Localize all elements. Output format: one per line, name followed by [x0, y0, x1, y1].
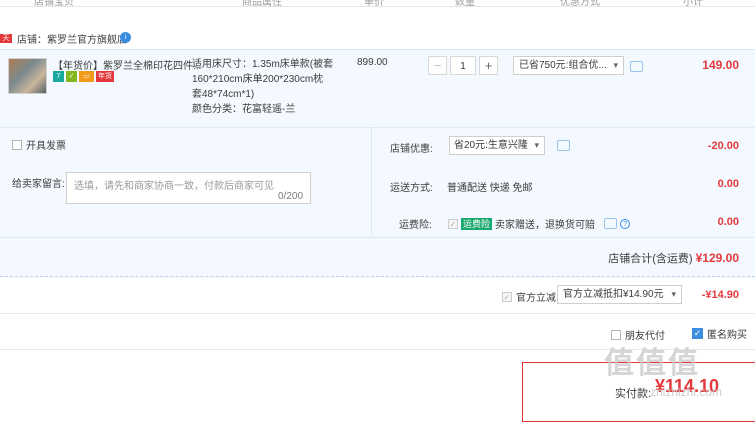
col-quantity: 数量 — [455, 0, 475, 8]
shop-info-icon[interactable]: i — [120, 32, 131, 43]
qty-input[interactable]: 1 — [450, 56, 476, 75]
message-placeholder: 选填，请先和商家协商一致，付款后商家可见 — [74, 181, 274, 192]
item-spec: 适用床尺寸：1.35m床单款(被套 160*210cm床单200*230cm枕 … — [192, 57, 342, 117]
shop-total-value: ¥129.00 — [695, 251, 739, 265]
shop-name-link[interactable]: 店铺：紫罗兰官方旗舰店 — [17, 31, 127, 46]
official-discount-select[interactable]: 官方立减抵扣¥14.90元 ▾ — [557, 285, 682, 304]
invoice-label: 开具发票 — [26, 141, 66, 152]
item-subtotal: 149.00 — [702, 58, 739, 72]
divider — [0, 313, 755, 314]
anonymous-option[interactable]: ✓ 匿名购买 — [692, 326, 747, 341]
pay-label: 实付款: — [615, 388, 652, 400]
invoice-checkbox[interactable] — [12, 139, 22, 150]
delivery-label: 运送方式: — [390, 183, 433, 194]
col-discount: 优惠方式 — [560, 0, 600, 8]
qty-plus-button[interactable]: + — [479, 56, 498, 75]
coupon-select[interactable]: 省20元:生意兴隆 ▾ — [449, 136, 545, 155]
coupon-amount: -20.00 — [707, 140, 739, 152]
coupon-label: 店铺优惠: — [390, 144, 433, 155]
insurance-tag: 运费险 — [461, 217, 493, 230]
insurance-checkbox[interactable]: ✓ — [448, 218, 458, 229]
insurance-option: ✓ 运费险 卖家赠送，退换货可赔 ? — [448, 216, 631, 231]
chevron-down-icon: ▾ — [613, 60, 618, 70]
shop-total-divider — [0, 237, 755, 238]
guarantee-icon: ✓ — [66, 71, 77, 82]
official-discount-label: 官方立减 — [516, 293, 556, 304]
promo-select[interactable]: 已省750元:组合优... ▾ — [513, 56, 624, 75]
spec-line: 颜色分类：花富轻遥-兰 — [192, 104, 296, 115]
chevron-down-icon: ▾ — [671, 289, 676, 299]
watermark-logo: 值值值 — [604, 347, 700, 380]
promo-select-value: 已省750元:组合优... — [519, 60, 607, 71]
message-label: 给卖家留言: — [12, 179, 65, 190]
spec-line: 160*210cm床单200*230cm枕 — [192, 74, 324, 85]
spec-line: 套48*74cm*1) — [192, 89, 255, 100]
insurance-amount: 0.00 — [717, 216, 739, 228]
tmall-tag-icon: 天猫 — [0, 34, 12, 51]
delivery-value: 普通配送 快递 免邮 — [447, 183, 533, 194]
item-thumbnail[interactable] — [8, 58, 47, 94]
spec-line: 适用床尺寸：1.35m床单款(被套 — [192, 59, 334, 70]
anonymous-label: 匿名购买 — [707, 330, 747, 341]
qty-minus-button[interactable]: − — [428, 56, 447, 75]
col-attributes: 商品属性 — [242, 0, 282, 8]
section-divider — [0, 276, 755, 277]
shop-total-label: 店铺合计(含运费) — [608, 253, 693, 265]
new-year-badge-icon: 年货 — [96, 71, 114, 82]
official-discount-amount: -¥14.90 — [701, 289, 739, 301]
chat-icon[interactable] — [557, 140, 570, 151]
official-discount-option: ✓ 官方立减 — [502, 289, 556, 304]
insurance-value: 卖家赠送，退换货可赔 — [495, 220, 596, 231]
col-subtotal: 小计 — [683, 0, 703, 8]
official-discount-select-value: 官方立减抵扣¥14.90元 — [563, 289, 664, 300]
chat-icon[interactable] — [630, 61, 643, 72]
col-unit-price: 单价 — [364, 0, 384, 8]
card-icon: ▭ — [79, 71, 94, 82]
message-char-count: 0/200 — [278, 191, 304, 202]
coupon-select-value: 省20元:生意兴隆 — [454, 140, 528, 151]
insurance-label: 运费险: — [399, 220, 432, 231]
chevron-down-icon: ▾ — [534, 140, 539, 150]
column-header: 店铺宝贝 商品属性 单价 数量 优惠方式 小计 — [0, 0, 755, 8]
item-service-icons: 7 ✓ ▭ 年货 — [53, 71, 116, 83]
seven-day-return-icon: 7 — [53, 71, 64, 82]
unit-price: 899.00 — [357, 57, 388, 68]
quantity-stepper: − 1 + — [428, 56, 498, 75]
shop-total: 店铺合计(含运费) ¥129.00 — [608, 250, 739, 266]
invoice-option[interactable]: 开具发票 — [12, 137, 66, 152]
watermark-url: zhizhizhi.com — [650, 385, 723, 399]
chat-icon[interactable] — [604, 218, 618, 229]
col-shop-item: 店铺宝贝 — [34, 0, 74, 8]
options-divider — [371, 127, 372, 236]
delivery-amount: 0.00 — [717, 178, 739, 190]
help-icon[interactable]: ? — [620, 218, 631, 229]
item-title-link[interactable]: 【年货价】紫罗兰全棉印花四件... — [53, 57, 201, 72]
official-discount-checkbox[interactable]: ✓ — [502, 291, 512, 302]
